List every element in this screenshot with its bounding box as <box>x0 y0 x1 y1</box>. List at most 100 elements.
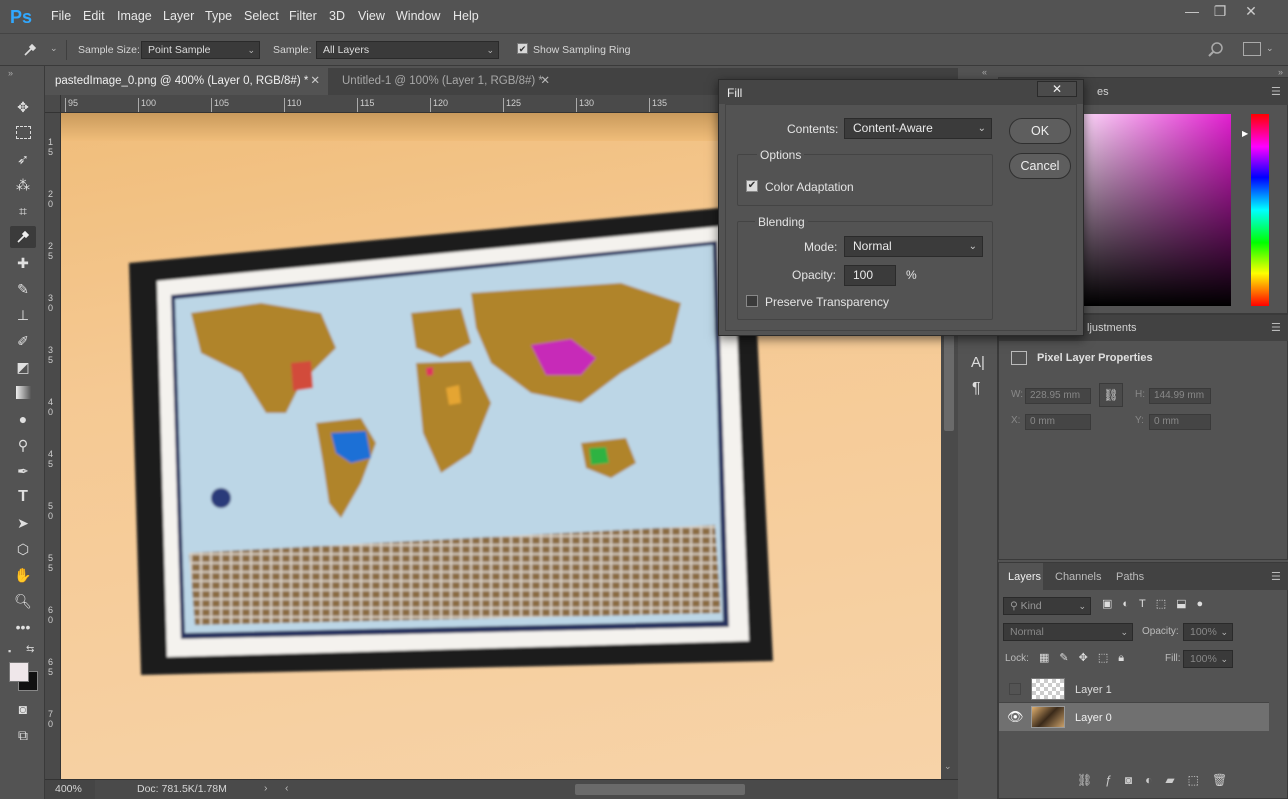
tab-layers[interactable]: Layers <box>999 563 1043 590</box>
screen-mode-icon[interactable]: ⧉ <box>10 724 36 746</box>
dodge-tool-icon[interactable]: ⚲ <box>10 434 36 456</box>
layer-filter-select[interactable]: ⚲ Kind ⌄ <box>1003 597 1091 615</box>
crop-tool-icon[interactable]: ⌗ <box>10 200 36 222</box>
panel-menu-icon[interactable]: ☰ <box>1271 85 1281 98</box>
ok-button[interactable]: OK <box>1009 118 1071 144</box>
layer-row[interactable]: Layer 1 <box>999 675 1269 703</box>
zoom-tool-icon[interactable]: 🔍︎ <box>10 590 36 612</box>
more-tools-icon[interactable]: ••• <box>10 616 36 638</box>
brush-tool-icon[interactable]: ✎ <box>10 278 36 300</box>
lock-icons[interactable]: ▦✎✥⬚🔒︎ <box>1039 651 1134 665</box>
magic-wand-tool-icon[interactable]: ⁂ <box>10 174 36 196</box>
status-menu-arrow-icon[interactable]: › <box>264 782 268 794</box>
tab-swatches-partial[interactable]: es <box>1097 86 1109 98</box>
height-field[interactable]: 144.99 mm <box>1149 388 1211 404</box>
ruler-left-label: 1 5 <box>48 137 54 157</box>
scroll-down-icon[interactable]: ⌄ <box>944 761 952 772</box>
healing-brush-tool-icon[interactable]: ✚ <box>10 252 36 274</box>
menu-select[interactable]: Select <box>244 9 279 23</box>
menu-layer[interactable]: Layer <box>163 9 194 23</box>
zoom-level[interactable]: 400% <box>45 780 95 799</box>
close-window-button[interactable]: ✕ <box>1240 3 1262 19</box>
fill-field[interactable]: 100% ⌄ <box>1183 650 1233 668</box>
close-tab-icon[interactable]: ✕ <box>310 68 320 95</box>
swap-colors-icon[interactable]: ⇆ <box>26 644 34 655</box>
expand-panels-icon[interactable]: » <box>1278 67 1283 77</box>
preserve-transparency-checkbox[interactable] <box>746 295 758 307</box>
hue-pointer-icon[interactable]: ▶ <box>1242 129 1248 138</box>
show-sampling-ring-checkbox[interactable]: ✔ <box>517 43 528 54</box>
marquee-tool-icon[interactable] <box>10 122 36 144</box>
quick-mask-icon[interactable]: ◙ <box>10 698 36 720</box>
opacity-field[interactable]: 100% ⌄ <box>1183 623 1233 641</box>
gradient-tool-icon[interactable] <box>10 382 36 404</box>
menu-view[interactable]: View <box>358 9 385 23</box>
collapse-panels-icon[interactable]: « <box>982 67 987 77</box>
path-selection-tool-icon[interactable]: ➤ <box>10 512 36 534</box>
eye-icon[interactable]: 👁︎ <box>1007 709 1024 725</box>
workspace-chevron-icon[interactable]: ⌄ <box>1266 43 1274 54</box>
close-tab-icon[interactable]: ✕ <box>540 68 550 95</box>
character-panel-icon[interactable]: A| <box>971 354 985 371</box>
clone-stamp-tool-icon[interactable]: ⊥ <box>10 304 36 326</box>
horizontal-scroll-thumb[interactable] <box>575 784 745 795</box>
lasso-tool-icon[interactable]: ➶ <box>10 148 36 170</box>
panel-menu-icon[interactable]: ☰ <box>1271 321 1281 334</box>
eraser-tool-icon[interactable]: ◩ <box>10 356 36 378</box>
workspace-icon[interactable] <box>1243 42 1261 56</box>
panel-menu-icon[interactable]: ☰ <box>1271 570 1281 583</box>
y-field[interactable]: 0 mm <box>1149 414 1211 430</box>
tab-adjustments-partial[interactable]: ljustments <box>1087 322 1137 334</box>
tab-pastedimage[interactable]: pastedImage_0.png @ 400% (Layer 0, RGB/8… <box>45 68 328 95</box>
scroll-left-icon[interactable]: ‹ <box>285 782 289 794</box>
menu-image[interactable]: Image <box>117 9 152 23</box>
minimize-button[interactable]: — <box>1181 3 1203 19</box>
paragraph-panel-icon[interactable]: ¶ <box>972 380 981 398</box>
blend-mode-select[interactable]: Normal ⌄ <box>1003 623 1133 641</box>
search-icon[interactable] <box>1207 41 1225 59</box>
tab-untitled-1[interactable]: Untitled-1 @ 100% (Layer 1, RGB/8#) * ✕ <box>332 68 558 95</box>
sample-size-select[interactable]: Point Sample ⌄ <box>141 41 260 59</box>
mode-select[interactable]: Normal ⌄ <box>844 236 983 257</box>
type-tool-icon[interactable]: T <box>10 486 36 508</box>
tab-paths[interactable]: Paths <box>1116 571 1144 583</box>
eyedropper-icon[interactable] <box>22 42 50 58</box>
sample-select[interactable]: All Layers ⌄ <box>316 41 499 59</box>
menu-file[interactable]: File <box>51 9 71 23</box>
x-field[interactable]: 0 mm <box>1025 414 1091 430</box>
restore-button[interactable]: ❐ <box>1209 3 1231 19</box>
status-bar: 400% Doc: 781.5K/1.78M › ‹ <box>45 779 958 799</box>
menu-3d[interactable]: 3D <box>329 9 345 23</box>
hue-slider[interactable] <box>1251 114 1269 306</box>
tool-preset-chevron-icon[interactable]: ⌄ <box>50 43 58 54</box>
collapse-toolbar-icon[interactable]: » <box>8 68 13 78</box>
menu-help[interactable]: Help <box>453 9 479 23</box>
move-tool-icon[interactable]: ✥ <box>10 96 36 118</box>
width-field[interactable]: 228.95 mm <box>1025 388 1091 404</box>
dialog-title-bar[interactable]: Fill ✕ <box>719 80 1083 104</box>
hand-tool-icon[interactable]: ✋ <box>10 564 36 586</box>
color-adaptation-checkbox[interactable]: ✔ <box>746 180 758 192</box>
eyedropper-tool-icon[interactable] <box>10 226 36 248</box>
opacity-input[interactable]: 100 <box>844 265 896 286</box>
layer-filter-icons[interactable]: ▣◐T⬚⬓● <box>1102 597 1213 610</box>
blur-tool-icon[interactable]: ● <box>10 408 36 430</box>
menu-window[interactable]: Window <box>396 9 440 23</box>
menu-filter[interactable]: Filter <box>289 9 317 23</box>
foreground-color-swatch[interactable] <box>9 662 29 682</box>
cancel-button[interactable]: Cancel <box>1009 153 1071 179</box>
link-icon[interactable]: ⛓ <box>1099 383 1123 407</box>
lock-label: Lock: <box>1005 653 1029 664</box>
tab-channels[interactable]: Channels <box>1055 571 1101 583</box>
shape-tool-icon[interactable]: ⬡ <box>10 538 36 560</box>
menu-edit[interactable]: Edit <box>83 9 105 23</box>
layer-row-selected[interactable]: 👁︎ Layer 0 <box>999 703 1269 731</box>
contents-select[interactable]: Content-Aware ⌄ <box>844 118 992 139</box>
layer-actions-bar[interactable]: ⛓ƒ◙◐▰⬚🗑︎ <box>1077 773 1240 787</box>
pen-tool-icon[interactable]: ✒ <box>10 460 36 482</box>
menu-type[interactable]: Type <box>205 9 232 23</box>
default-colors-icon[interactable]: ▪ <box>8 646 11 656</box>
visibility-toggle[interactable] <box>1009 683 1021 695</box>
history-brush-tool-icon[interactable]: ✐ <box>10 330 36 352</box>
close-dialog-button[interactable]: ✕ <box>1037 81 1077 97</box>
